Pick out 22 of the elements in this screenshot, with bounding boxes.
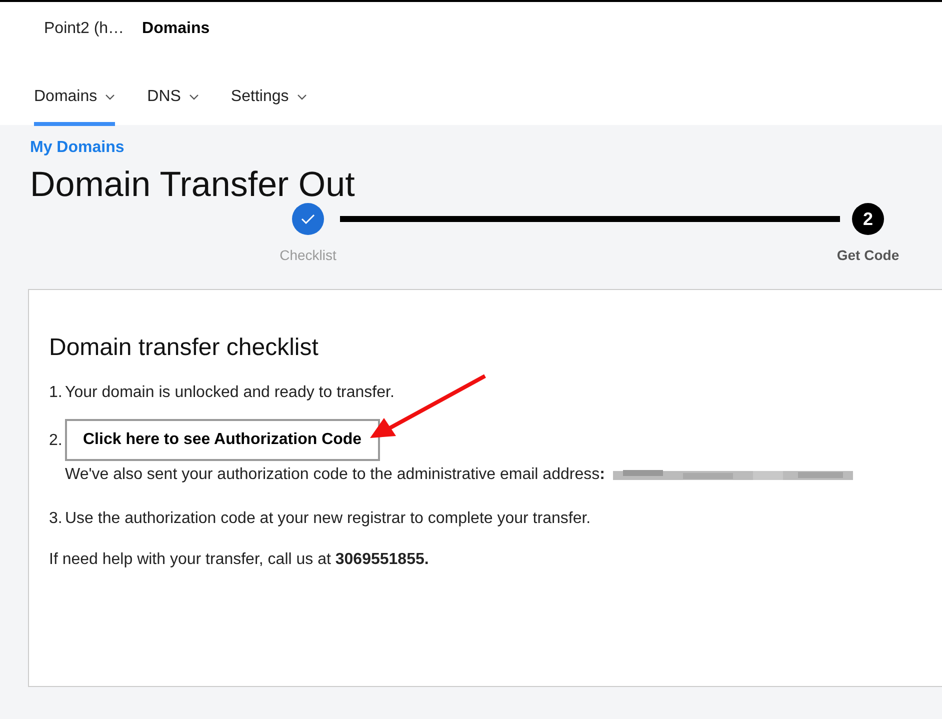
- list-number: 1.: [49, 383, 64, 403]
- nav-tab[interactable]: Domains: [34, 71, 116, 126]
- list-text: Use the authorization code at your new registrar to complete your transfer.: [65, 510, 591, 527]
- list-number: 3.: [49, 509, 64, 529]
- chevron-down-icon: [105, 94, 116, 100]
- help-text: If need help with your transfer, call us at 3069551855.: [49, 550, 429, 570]
- chevron-down-icon: [188, 94, 199, 100]
- account-name[interactable]: Point2 (h…: [44, 17, 124, 41]
- list-text: We've also sent your authorization code to the administrative email address:: [65, 465, 605, 485]
- nav-tab[interactable]: Settings: [230, 71, 307, 126]
- step-label: Checklist: [280, 246, 336, 265]
- card-heading: Domain transfer checklist: [49, 333, 318, 363]
- checkmark-icon: [301, 214, 315, 224]
- list-text: Your domain is unlocked and ready to transfer.: [65, 384, 394, 401]
- authorization-code-button[interactable]: Click here to see Authorization Code: [65, 419, 380, 461]
- breadcrumb-link[interactable]: My Domains: [30, 136, 124, 160]
- list-number: 2.: [49, 431, 64, 451]
- page-title: Domain Transfer Out: [30, 165, 355, 205]
- step-label: Get Code: [836, 246, 900, 265]
- nav-tab[interactable]: DNS: [147, 71, 199, 126]
- chevron-down-icon: [296, 94, 307, 100]
- section-title: Domains: [142, 19, 210, 39]
